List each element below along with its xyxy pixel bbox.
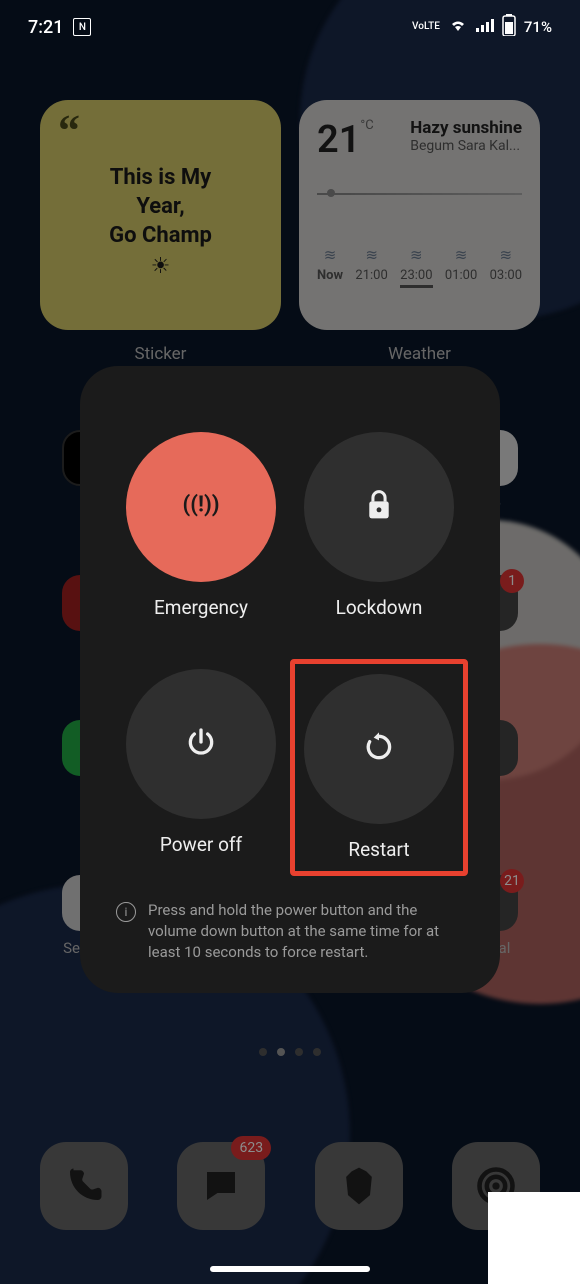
lock-icon [364, 488, 394, 526]
battery-percent: 71% [524, 18, 552, 36]
power-icon [185, 726, 217, 762]
power-off-button[interactable]: Power off [112, 659, 290, 876]
wifi-icon [448, 17, 468, 37]
nav-handle[interactable] [210, 1266, 370, 1272]
corner-watermark [488, 1192, 580, 1284]
status-time: 7:21 [28, 17, 63, 38]
emergency-button[interactable]: ((!)) Emergency [112, 422, 290, 629]
restart-button[interactable]: Restart [290, 659, 468, 876]
emergency-icon: ((!)) [182, 486, 220, 528]
info-icon: i [116, 902, 136, 922]
svg-text:((!)): ((!)) [182, 491, 219, 517]
lockdown-button[interactable]: Lockdown [290, 422, 468, 629]
volte-icon: VoLTE [412, 22, 440, 32]
power-menu: ((!)) Emergency Lockdown Power off [80, 366, 500, 993]
power-hint: i Press and hold the power button and th… [112, 900, 468, 963]
restart-icon [363, 731, 395, 767]
status-bar: 7:21 N VoLTE 71% [0, 0, 580, 54]
notification-icon: N [73, 18, 91, 36]
signal-icon [476, 18, 494, 36]
battery-icon [502, 14, 516, 40]
